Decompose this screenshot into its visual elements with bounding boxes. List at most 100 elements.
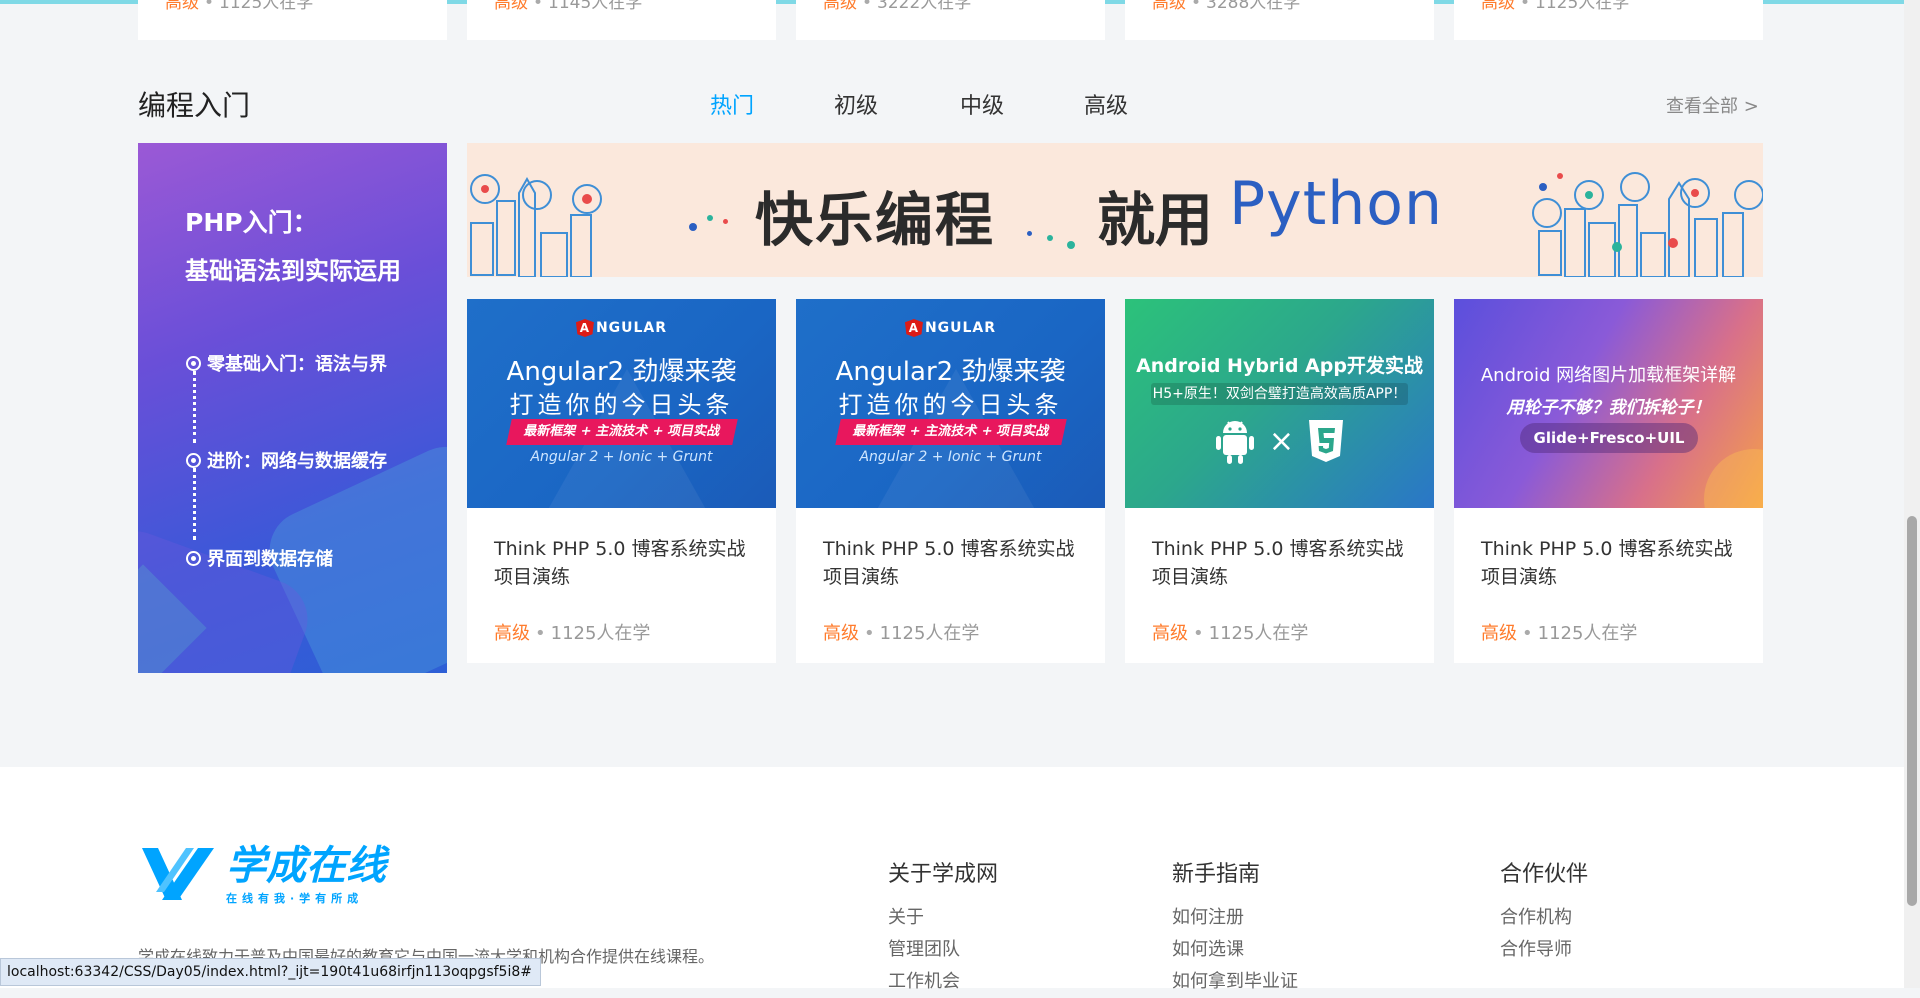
thumbnail-tech: Angular 2 + Ionic + Grunt [859, 449, 1042, 465]
course-thumbnail: Android Hybrid App开发实战 H5+原生！双剑合璧打造高效高质A… [1125, 299, 1434, 508]
footer-column-about: 关于学成网 关于 管理团队 工作机会 [888, 856, 998, 998]
course-level: 高级 [1481, 623, 1517, 644]
decor-dot [1067, 241, 1075, 249]
section-title: 编程入门 [138, 89, 251, 122]
dotted-line [193, 371, 199, 443]
course-card-partial[interactable]: 高级 • 1125人在学 [138, 0, 447, 40]
course-title[interactable]: Think PHP 5.0 博客系统实战项目演练 [1481, 535, 1741, 591]
course-title[interactable]: Think PHP 5.0 博客系统实战项目演练 [494, 535, 754, 591]
course-level: 高级 [1152, 0, 1186, 13]
promo-title: PHP入门： [185, 208, 318, 237]
site-footer: 学成在线 在线有我·学有所成 学成在线致力于普及中国最好的教育它与中国一流大学和… [0, 767, 1904, 992]
course-card-partial[interactable]: 高级 • 3288人在学 [1125, 0, 1434, 40]
link-status-bar: localhost:63342/CSS/Day05/index.html?_ij… [0, 958, 541, 986]
vertical-scrollbar[interactable] [1904, 0, 1920, 988]
thumbnail-ribbon: 最新框架 + 主流技术 + 项目实战 [506, 419, 738, 445]
decor-dot [1047, 235, 1053, 241]
course-level: 高级 [823, 0, 857, 13]
footer-column-guide: 新手指南 如何注册 如何选课 如何拿到毕业证 [1172, 856, 1298, 998]
thumbnail-subheadline: 打造你的今日头条 [509, 391, 734, 419]
thumbnail-pill: Glide+Fresco+UIL [1520, 423, 1698, 453]
thumbnail-ribbon: 最新框架 + 主流技术 + 项目实战 [835, 419, 1067, 445]
html5-icon [1309, 420, 1344, 462]
course-level: 高级 [165, 0, 199, 13]
promo-bullet: 界面到数据存储 [186, 545, 333, 571]
course-card-partial[interactable]: 高级 • 1125人在学 [1454, 0, 1763, 40]
course-thumbnail: Android 网络图片加载框架详解 用轮子不够？我们拆轮子！ Glide+Fr… [1454, 299, 1763, 508]
decor-dot [1557, 173, 1563, 179]
banner-headline-2: 就用 [1097, 186, 1214, 254]
course-learner-count: 1145人在学 [548, 0, 643, 13]
footer-link[interactable]: 如何选课 [1172, 934, 1298, 966]
course-thumbnail: A NGULAR Angular2 劲爆来袭 打造你的今日头条 最新框架 + 主流… [796, 299, 1105, 508]
course-card-partial[interactable]: 高级 • 3222人在学 [796, 0, 1105, 40]
course-level: 高级 [1152, 623, 1188, 644]
footer-link[interactable]: 合作机构 [1500, 902, 1588, 934]
tab-hot[interactable]: 热门 [710, 88, 754, 120]
thumbnail-tech: Angular 2 + Ionic + Grunt [530, 449, 713, 465]
banner-headline: 快乐编程 [755, 186, 996, 254]
xc-logo-mark [142, 848, 214, 900]
thumbnail-subheadline: H5+原生！双剑合璧打造高效高质APP！ [1151, 383, 1408, 405]
course-learner-count: 1125人在学 [879, 623, 980, 644]
footer-column-title: 合作伙伴 [1500, 862, 1589, 887]
promo-bullet: 进阶：网络与数据缓存 [186, 447, 387, 473]
course-card[interactable]: Android 网络图片加载框架详解 用轮子不够？我们拆轮子！ Glide+Fr… [1454, 299, 1763, 663]
angular-logo: A NGULAR [796, 319, 1105, 337]
course-learner-count: 1125人在学 [219, 0, 314, 13]
footer-column-partners: 合作伙伴 合作机构 合作导师 [1500, 856, 1588, 966]
course-learner-count: 3222人在学 [877, 0, 972, 13]
circle-dot-icon [186, 452, 201, 468]
circle-dot-icon [186, 355, 201, 371]
view-all-link[interactable]: 查看全部 > [1666, 92, 1759, 118]
course-level: 高级 [494, 0, 528, 13]
footer-link[interactable]: 管理团队 [888, 934, 998, 966]
decor-dot [689, 223, 697, 231]
footer-link[interactable]: 如何注册 [1172, 902, 1298, 934]
footer-link[interactable]: 如何拿到毕业证 [1172, 966, 1298, 998]
footer-column-title: 新手指南 [1172, 862, 1261, 887]
android-icon [1215, 421, 1254, 464]
course-learner-count: 1125人在学 [550, 623, 651, 644]
thumbnail-headline: Angular2 劲爆来袭 [835, 357, 1066, 387]
tab-intermediate[interactable]: 中级 [960, 88, 1004, 120]
course-learner-count: 1125人在学 [1537, 623, 1638, 644]
course-learner-count: 1125人在学 [1208, 623, 1309, 644]
decor-dot [1539, 183, 1547, 191]
course-level: 高级 [823, 623, 859, 644]
banner-python-word: Python [1229, 169, 1443, 239]
decor-dot [1027, 231, 1032, 236]
course-level: 高级 [1481, 0, 1515, 13]
course-thumbnail: A NGULAR Angular2 劲爆来袭 打造你的今日头条 最新框架 + 主流… [467, 299, 776, 508]
thumbnail-subheadline: 打造你的今日头条 [838, 391, 1063, 419]
tab-advanced[interactable]: 高级 [1084, 88, 1128, 120]
footer-column-title: 关于学成网 [888, 862, 999, 887]
course-card[interactable]: Android Hybrid App开发实战 H5+原生！双剑合璧打造高效高质A… [1125, 299, 1434, 663]
angular-logo: A NGULAR [467, 319, 776, 337]
thumbnail-subheadline: 用轮子不够？我们拆轮子！ [1506, 398, 1711, 418]
course-title[interactable]: Think PHP 5.0 博客系统实战项目演练 [823, 535, 1083, 591]
thumbnail-headline: Android Hybrid App开发实战 [1136, 355, 1423, 377]
course-title[interactable]: Think PHP 5.0 博客系统实战项目演练 [1152, 535, 1412, 591]
course-card-partial[interactable]: 高级 • 1145人在学 [467, 0, 776, 40]
tab-beginner[interactable]: 初级 [834, 88, 878, 120]
thumbnail-headline: Angular2 劲爆来袭 [506, 357, 737, 387]
circle-dot-icon [186, 550, 201, 566]
promo-subtitle: 基础语法到实际运用 [185, 257, 401, 285]
scrollbar-thumb[interactable] [1907, 516, 1917, 906]
decor-dot [707, 215, 713, 221]
course-card[interactable]: A NGULAR Angular2 劲爆来袭 打造你的今日头条 最新框架 + 主流… [796, 299, 1105, 663]
footer-link[interactable]: 合作导师 [1500, 934, 1588, 966]
python-banner[interactable]: 快乐编程 就用 Python [467, 143, 1763, 277]
promo-bullet: 零基础入门：语法与界 [186, 350, 387, 376]
promo-panel[interactable]: PHP入门： 基础语法到实际运用 零基础入门：语法与界 进阶：网络与数据缓存 界… [138, 143, 447, 673]
footer-link[interactable]: 工作机会 [888, 966, 998, 998]
course-level: 高级 [494, 623, 530, 644]
site-logo[interactable]: 学成在线 在线有我·学有所成 [138, 844, 386, 905]
dotted-line [193, 468, 199, 540]
course-learner-count: 3288人在学 [1206, 0, 1301, 13]
decor-dot [723, 219, 728, 224]
thumbnail-headline: Android 网络图片加载框架详解 [1480, 365, 1737, 386]
course-card[interactable]: A NGULAR Angular2 劲爆来袭 打造你的今日头条 最新框架 + 主流… [467, 299, 776, 663]
footer-link[interactable]: 关于 [888, 902, 998, 934]
